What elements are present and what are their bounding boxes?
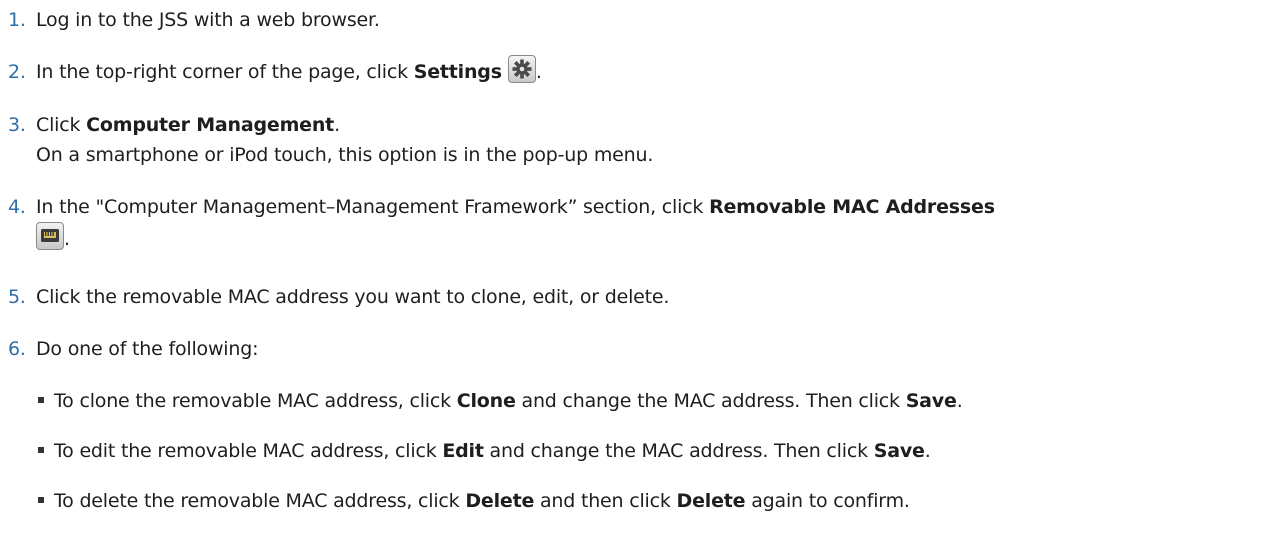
bullet-marker (38, 497, 44, 503)
gear-icon (507, 55, 536, 83)
step-text-end: . (64, 228, 70, 250)
list-item: To delete the removable MAC address, cli… (38, 486, 1258, 516)
bullet-text: . (924, 440, 931, 462)
step-number: 4. (8, 196, 26, 218)
bullet-text: To clone the removable MAC address, clic… (54, 390, 457, 412)
step-number: 1. (8, 9, 26, 31)
bullet-text: and then click (534, 490, 677, 512)
step-3-note: On a smartphone or iPod touch, this opti… (8, 140, 1258, 170)
delete-label: Delete (465, 490, 535, 512)
clone-label: Clone (456, 390, 516, 412)
step-number: 6. (8, 338, 26, 360)
list-item: To clone the removable MAC address, clic… (38, 386, 1258, 416)
step-2: 2. In the top-right corner of the page, c… (8, 55, 1258, 87)
delete-label: Delete (676, 490, 746, 512)
step-number: 3. (8, 114, 26, 136)
computer-management-label: Computer Management (86, 114, 335, 136)
step-text-end: . (535, 61, 542, 83)
step-note: On a smartphone or iPod touch, this opti… (36, 144, 654, 166)
step-text: Log in to the JSS with a web browser. (36, 9, 380, 31)
step-4-icon-line: . (8, 222, 1258, 254)
step-number: 2. (8, 61, 26, 83)
step-6: 6. Do one of the following: (8, 334, 1258, 364)
step-text: Click (36, 114, 87, 136)
bullet-marker (38, 397, 44, 403)
network-port-icon (36, 222, 64, 250)
save-label: Save (873, 440, 925, 462)
bullet-text: and change the MAC address. Then click (483, 440, 874, 462)
bullet-text: . (956, 390, 963, 412)
bullet-text: and change the MAC address. Then click (515, 390, 906, 412)
step-text: In the "Computer Management–Management F… (36, 196, 710, 218)
bullet-text: To delete the removable MAC address, cli… (54, 490, 466, 512)
step-text: Click the removable MAC address you want… (36, 286, 670, 308)
step-1: 1. Log in to the JSS with a web browser. (8, 5, 1258, 35)
step-3: 3. Click Computer Management. (8, 110, 1258, 140)
step-text-end: . (334, 114, 340, 136)
step-4: 4. In the "Computer Management–Management… (8, 192, 1258, 222)
settings-label: Settings (413, 61, 502, 83)
step-number: 5. (8, 286, 26, 308)
removable-mac-addresses-label: Removable MAC Addresses (709, 196, 995, 218)
step-5: 5. Click the removable MAC address you wa… (8, 282, 1258, 312)
bullet-text: again to confirm. (745, 490, 910, 512)
bullet-text: To edit the removable MAC address, click (54, 440, 443, 462)
bullet-marker (38, 447, 44, 453)
step-text: Do one of the following: (36, 338, 259, 360)
edit-label: Edit (442, 440, 484, 462)
list-item: To edit the removable MAC address, click… (38, 436, 1258, 466)
step-text: In the top-right corner of the page, cli… (36, 61, 414, 83)
save-label: Save (905, 390, 957, 412)
